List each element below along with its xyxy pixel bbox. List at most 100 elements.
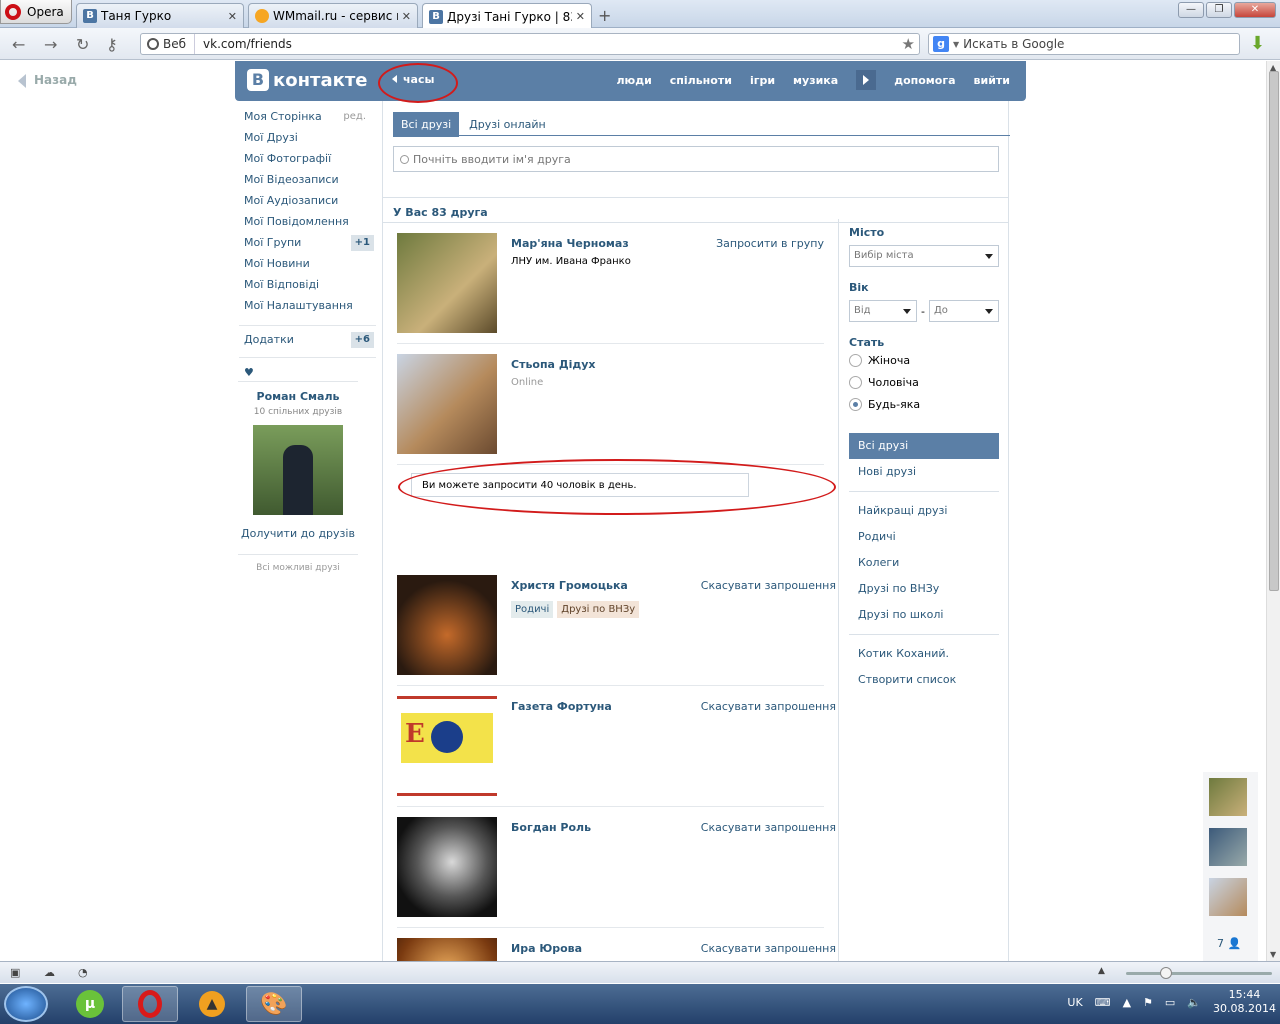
menu-my-friends[interactable]: Мої Друзі	[244, 132, 376, 153]
menu-my-news[interactable]: Мої Новини	[244, 258, 376, 279]
friend-name[interactable]: Стьопа Дідух	[511, 358, 596, 371]
bookmark-star-icon[interactable]: ★	[902, 35, 915, 53]
list-new-friends[interactable]: Нові друзі	[849, 459, 999, 485]
menu-my-videos[interactable]: Мої Відеозаписи	[244, 174, 376, 195]
page-scrollbar[interactable]: ▲ ▼	[1266, 61, 1280, 961]
tab-wmmail[interactable]: WMmail.ru - сервис п... ✕	[248, 3, 418, 28]
nav-music[interactable]: музика	[793, 74, 838, 90]
reload-icon[interactable]: ↻	[76, 35, 89, 54]
language-indicator[interactable]: UK	[1067, 996, 1082, 1009]
flag-icon[interactable]: ⚑	[1143, 996, 1153, 1009]
tray-expand-icon[interactable]: ▲	[1123, 996, 1131, 1009]
suggested-friend-photo[interactable]	[253, 425, 343, 515]
opera-menu-button[interactable]: Opera	[0, 0, 72, 24]
site-info-badge[interactable]: Веб	[141, 34, 196, 54]
chat-avatar[interactable]	[1209, 778, 1247, 816]
panel-toggle-icon[interactable]: ▣	[10, 966, 20, 979]
address-field[interactable]: Веб vk.com/friends ★	[140, 33, 920, 55]
close-tab-icon[interactable]: ✕	[228, 10, 237, 23]
radio-female[interactable]: Жіноча	[849, 349, 999, 371]
vk-logo[interactable]: B контакте	[247, 69, 367, 91]
menu-my-settings[interactable]: Мої Налаштування	[244, 300, 376, 321]
cancel-request-link[interactable]: Скасувати запрошення	[701, 942, 836, 955]
list-best-friends[interactable]: Найкращі друзі	[849, 498, 999, 524]
age-from-select[interactable]: Від	[849, 300, 917, 322]
back-arrow-icon[interactable]: ←	[12, 35, 25, 54]
friend-photo[interactable]	[397, 233, 497, 333]
edit-link[interactable]: ред.	[343, 111, 366, 123]
opera-taskbar-icon[interactable]	[122, 986, 178, 1022]
friend-name[interactable]: Мар'яна Черномаз	[511, 237, 629, 250]
friend-photo[interactable]	[397, 354, 497, 454]
list-custom[interactable]: Котик Коханий.	[849, 641, 999, 667]
zoom-arrow-icon[interactable]: ▲	[1098, 966, 1105, 976]
menu-apps[interactable]: Додатки +6	[244, 332, 376, 353]
menu-my-answers[interactable]: Мої Відповіді	[244, 279, 376, 300]
tab-all-friends[interactable]: Всі друзі	[393, 112, 460, 137]
restore-icon[interactable]: ❐	[1206, 2, 1232, 18]
tab-friends-online[interactable]: Друзі онлайн	[461, 112, 554, 137]
zoom-slider-thumb[interactable]	[1160, 967, 1172, 979]
age-to-select[interactable]: До	[928, 300, 999, 322]
friend-name[interactable]: Христя Громоцька	[511, 579, 628, 592]
menu-my-messages[interactable]: Мої Повідомлення	[244, 216, 376, 237]
list-school[interactable]: Друзі по школі	[849, 602, 999, 628]
friend-name[interactable]: Ира Юрова	[511, 942, 582, 955]
friend-photo[interactable]	[397, 817, 497, 917]
tag-relatives[interactable]: Родичі	[511, 601, 554, 618]
scroll-thumb[interactable]	[1269, 71, 1279, 591]
chat-avatar[interactable]	[1209, 878, 1247, 916]
close-tab-icon[interactable]: ✕	[576, 10, 585, 23]
cloud-icon[interactable]: ☁	[44, 966, 55, 979]
online-count[interactable]: 7 👤	[1217, 937, 1241, 950]
speed-dial-icon[interactable]: ◔	[78, 966, 88, 979]
friend-name[interactable]: Богдан Роль	[511, 821, 591, 834]
heart-icon[interactable]: ♥	[244, 366, 376, 379]
aimp-taskbar-icon[interactable]: ▲	[184, 986, 240, 1022]
list-colleagues[interactable]: Колеги	[849, 550, 999, 576]
friend-photo[interactable]: E	[397, 696, 497, 796]
forward-arrow-icon[interactable]: →	[44, 35, 57, 54]
list-relatives[interactable]: Родичі	[849, 524, 999, 550]
all-possible-friends-link[interactable]: Всі можливі друзі	[238, 554, 358, 573]
nav-help[interactable]: допомога	[894, 74, 955, 90]
player-play-icon[interactable]	[856, 70, 877, 90]
create-list-link[interactable]: Створити список	[849, 667, 999, 693]
friend-photo[interactable]	[397, 938, 497, 961]
volume-icon[interactable]: 🔈	[1187, 996, 1201, 1009]
back-link[interactable]: Назад	[18, 73, 77, 88]
keyboard-icon[interactable]: ⌨	[1095, 996, 1111, 1009]
close-tab-icon[interactable]: ✕	[402, 10, 411, 23]
cancel-request-link[interactable]: Скасувати запрошення	[701, 579, 836, 592]
paint-taskbar-icon[interactable]: 🎨	[246, 986, 302, 1022]
suggested-friend-name[interactable]: Роман Смаль	[238, 381, 358, 403]
scroll-down-icon[interactable]: ▼	[1270, 950, 1276, 959]
nav-games[interactable]: ігри	[750, 74, 775, 90]
network-icon[interactable]: ▭	[1165, 996, 1175, 1009]
cancel-request-link[interactable]: Скасувати запрошення	[701, 700, 836, 713]
clock[interactable]: 15:44 30.08.2014	[1213, 988, 1276, 1016]
minimize-icon[interactable]: —	[1178, 2, 1204, 18]
friend-search-input[interactable]: Почніть вводити ім'я друга	[393, 146, 999, 172]
tab-friends[interactable]: B Друзі Тані Гурко | 83 д... ✕	[422, 3, 592, 29]
download-arrow-icon[interactable]: ⬇	[1250, 33, 1268, 54]
radio-male[interactable]: Чоловіча	[849, 371, 999, 393]
tab-tanya[interactable]: B Таня Гурко ✕	[76, 3, 244, 28]
google-icon[interactable]: g	[933, 36, 949, 52]
close-window-icon[interactable]: ✕	[1234, 2, 1276, 18]
invite-to-group-link[interactable]: Запросити в групу	[716, 237, 824, 250]
key-icon[interactable]: ⚷	[106, 35, 118, 54]
chat-avatar[interactable]	[1209, 828, 1247, 866]
nav-people[interactable]: люди	[616, 74, 651, 90]
start-button[interactable]	[4, 986, 48, 1022]
menu-my-photos[interactable]: Мої Фотографії	[244, 153, 376, 174]
menu-my-page[interactable]: Моя Сторінка ред.	[244, 111, 376, 132]
nav-communities[interactable]: спільноти	[670, 74, 732, 90]
city-select[interactable]: Вибір міста	[849, 245, 999, 267]
utorrent-taskbar-icon[interactable]: µ	[62, 986, 118, 1022]
add-friend-link[interactable]: Долучити до друзів	[238, 527, 358, 540]
nav-logout[interactable]: вийти	[974, 74, 1010, 90]
friend-name[interactable]: Газета Фортуна	[511, 700, 612, 713]
friend-photo[interactable]	[397, 575, 497, 675]
cancel-request-link[interactable]: Скасувати запрошення	[701, 821, 836, 834]
